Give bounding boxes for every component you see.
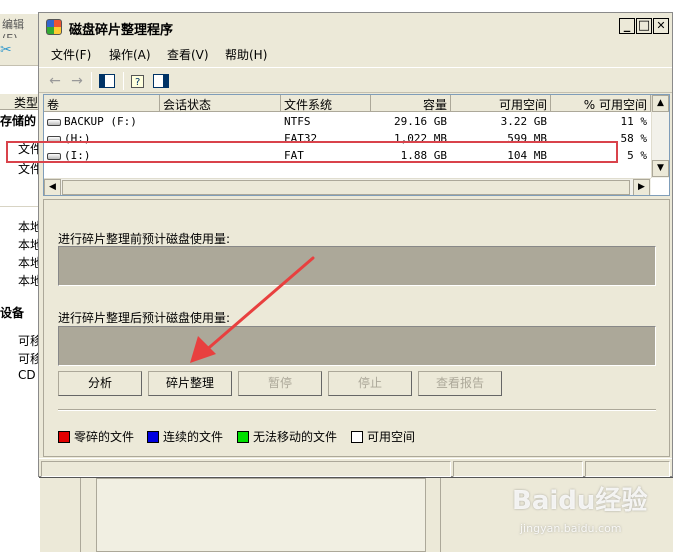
background-bottom-box — [96, 478, 426, 552]
volume-filesystem: NTFS — [284, 115, 311, 128]
menu-file[interactable]: 文件(F) — [51, 46, 91, 63]
background-row[interactable]: 本地 — [0, 218, 40, 235]
status-pane-main — [41, 461, 451, 477]
status-pane — [453, 461, 583, 477]
svg-text:?: ? — [135, 77, 140, 88]
title-bar[interactable]: 磁盘碎片整理程序 _ □ ✕ — [39, 13, 672, 41]
column-filesystem[interactable]: 文件系统 — [281, 95, 371, 111]
maximize-button[interactable]: □ — [636, 18, 652, 34]
pause-button[interactable]: 暂停 — [238, 371, 322, 396]
horizontal-scrollbar[interactable]: ◀ ▶ — [44, 178, 651, 195]
background-row[interactable]: 本地 — [0, 236, 40, 253]
legend-label: 可用空间 — [367, 430, 416, 444]
column-volume[interactable]: 卷 — [44, 95, 160, 111]
close-button[interactable]: ✕ — [653, 18, 669, 34]
list-header: 卷 会话状态 文件系统 容量 可用空间 % 可用空间 — [44, 95, 651, 112]
toolbar: ← → ? — [39, 67, 672, 93]
window-title: 磁盘碎片整理程序 — [69, 23, 174, 38]
legend-label: 零碎的文件 — [74, 430, 135, 444]
legend-item: 可用空间 — [351, 428, 415, 445]
column-percent-free[interactable]: % 可用空间 — [551, 95, 651, 111]
background-menu: 编辑(E) — [0, 14, 40, 45]
legend-item: 零碎的文件 — [58, 428, 134, 445]
drive-icon — [47, 119, 61, 126]
app-icon — [46, 19, 62, 35]
volume-free: 3.22 GB — [500, 115, 547, 128]
minimize-button[interactable]: _ — [619, 18, 635, 34]
volume-row[interactable]: BACKUP (F:) NTFS 29.16 GB 3.22 GB 11 % — [44, 114, 651, 131]
legend-item: 无法移动的文件 — [237, 428, 337, 445]
volume-capacity: 29.16 GB — [394, 115, 447, 128]
background-column-header: 类型 — [0, 94, 40, 110]
menu-action[interactable]: 操作(A) — [109, 46, 151, 63]
scroll-up-icon[interactable]: ▲ — [652, 95, 669, 112]
background-section-stored: 存储的 — [0, 114, 37, 128]
before-usage-bar — [58, 246, 656, 286]
highlight-rectangle — [6, 141, 618, 163]
after-usage-label: 进行碎片整理后预计磁盘使用量: — [58, 311, 231, 325]
legend-swatch — [58, 430, 70, 443]
column-status[interactable]: 会话状态 — [160, 95, 281, 111]
status-pane — [585, 461, 670, 477]
menu-help[interactable]: 帮助(H) — [225, 46, 267, 63]
defrag-button[interactable]: 碎片整理 — [148, 371, 232, 396]
scroll-right-icon[interactable]: ▶ — [633, 179, 650, 195]
background-device-row[interactable]: 可移 — [0, 350, 40, 367]
defrag-window: 磁盘碎片整理程序 _ □ ✕ 文件(F) 操作(A) 查看(V) 帮助(H) ←… — [38, 12, 673, 477]
vertical-scrollbar[interactable]: ▲ ▼ — [651, 95, 669, 178]
scroll-down-icon[interactable]: ▼ — [652, 160, 669, 177]
column-free-space[interactable]: 可用空间 — [451, 95, 551, 111]
legend-label: 无法移动的文件 — [253, 430, 338, 444]
background-row[interactable]: 本地 — [0, 272, 40, 289]
scroll-left-icon[interactable]: ◀ — [44, 179, 61, 195]
analysis-panel: 进行碎片整理前预计磁盘使用量: 进行碎片整理后预计磁盘使用量: 分析 碎片整理 … — [43, 199, 670, 457]
background-device-row[interactable]: 可移 — [0, 332, 40, 349]
legend-swatch — [147, 430, 159, 443]
menu-bar: 文件(F) 操作(A) 查看(V) 帮助(H) — [39, 43, 672, 65]
legend-label: 连续的文件 — [163, 430, 224, 444]
background-device-row[interactable]: CD — [0, 368, 40, 382]
properties-icon[interactable] — [151, 71, 171, 91]
stop-button[interactable]: 停止 — [328, 371, 412, 396]
scroll-thumb[interactable] — [62, 180, 630, 195]
volume-name: BACKUP (F:) — [64, 115, 137, 128]
background-row[interactable]: 本地 — [0, 254, 40, 271]
back-arrow-icon[interactable]: ← — [45, 71, 65, 91]
divider — [58, 409, 656, 411]
status-bar — [39, 458, 672, 477]
legend-swatch — [351, 430, 363, 443]
menu-view[interactable]: 查看(V) — [167, 46, 209, 63]
view-report-button[interactable]: 查看报告 — [418, 371, 502, 396]
background-section-devices: 设备 — [0, 306, 25, 320]
legend-swatch — [237, 430, 249, 443]
after-usage-bar — [58, 326, 656, 366]
show-hide-tree-icon[interactable] — [97, 71, 117, 91]
forward-arrow-icon[interactable]: → — [67, 71, 87, 91]
cut-icon: ✂ — [0, 42, 12, 58]
legend-item: 连续的文件 — [147, 428, 223, 445]
help-icon[interactable]: ? — [129, 71, 149, 91]
before-usage-label: 进行碎片整理前预计磁盘使用量: — [58, 232, 231, 246]
volume-percent-free: 11 % — [620, 115, 648, 128]
analyze-button[interactable]: 分析 — [58, 371, 142, 396]
column-capacity[interactable]: 容量 — [371, 95, 451, 111]
